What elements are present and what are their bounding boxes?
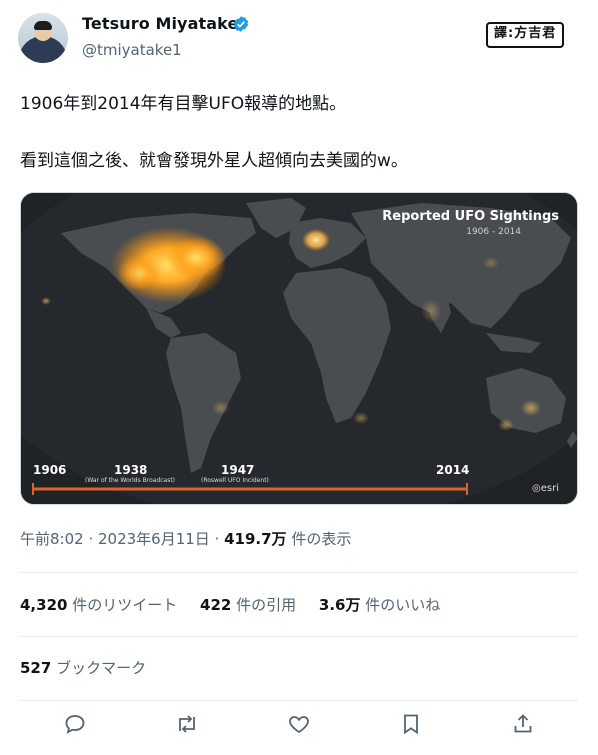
view-count-label: 件の表示 (286, 530, 352, 548)
timeline-1938-caption: (War of the Worlds Broadcast) (85, 477, 176, 484)
tweet-timestamp[interactable]: 午前8:02 · 2023年6月11日 · (20, 530, 224, 548)
map-title: Reported UFO Sightings (382, 209, 559, 224)
user-handle[interactable]: @tmiyatake1 (82, 41, 182, 59)
quote-label: 件の引用 (231, 596, 297, 614)
tweet-line-1: 1906年到2014年有目擊UFO報導的地點。 (20, 94, 347, 114)
timeline-1938-label: 1938 (114, 463, 148, 477)
esri-logo-icon: ◎ (532, 483, 541, 494)
like-icon (289, 716, 309, 734)
quote-count: 422 (200, 596, 232, 614)
bookmark-label: ブックマーク (51, 659, 147, 677)
tweet-media-map[interactable]: Reported UFO Sightings 1906 - 2014 1906 … (20, 192, 578, 505)
timeline-end-label: 2014 (436, 463, 470, 477)
retweet-label: 件のリツイート (67, 596, 178, 614)
esri-watermark: ◎esri (532, 483, 559, 494)
divider (20, 700, 578, 701)
share-button[interactable] (511, 712, 537, 738)
tweet-text: 1906年到2014年有目擊UFO報導的地點。 看到這個之後、就會發現外星人超傾… (20, 89, 580, 176)
reply-button[interactable] (63, 712, 89, 738)
quotes-stat[interactable]: 422 件の引用 (200, 596, 296, 614)
retweet-count: 4,320 (20, 596, 68, 614)
map-year-range: 1906 - 2014 (466, 227, 521, 237)
like-label: 件のいいね (360, 596, 441, 614)
tweet-line-2: 看到這個之後、就會發現外星人超傾向去美國的w。 (20, 151, 408, 171)
timeline-start-label: 1906 (33, 463, 67, 477)
divider (20, 636, 578, 637)
likes-stat[interactable]: 3.6万 件のいいね (319, 596, 440, 614)
view-count: 419.7万 (224, 530, 287, 548)
tweet-meta: 午前8:02 · 2023年6月11日 · 419.7万 件の表示 (20, 528, 351, 549)
bookmark-icon (404, 714, 418, 735)
bookmark-button[interactable] (399, 712, 425, 738)
translator-badge: 譯:方吉君 (486, 22, 565, 48)
avatar[interactable] (18, 13, 68, 63)
divider (20, 572, 578, 573)
timeline-1947-caption: (Roswell UFO Incident) (201, 477, 269, 484)
verified-badge-icon (233, 16, 249, 32)
like-button[interactable] (287, 712, 313, 738)
bookmark-count: 527 (20, 659, 52, 677)
timeline-1947-label: 1947 (221, 463, 255, 477)
like-count: 3.6万 (318, 596, 361, 614)
retweets-stat[interactable]: 4,320 件のリツイート (20, 596, 177, 614)
bookmarks-stat[interactable]: 527 ブックマーク (20, 657, 146, 678)
retweet-button[interactable] (175, 712, 201, 738)
esri-text: esri (540, 483, 559, 494)
engagement-stats: 4,320 件のリツイート 422 件の引用 3.6万 件のいいね (20, 594, 458, 615)
display-name[interactable]: Tetsuro Miyatake (82, 14, 238, 33)
world-map-graphic (21, 193, 577, 504)
retweet-icon (179, 715, 195, 733)
share-icon (514, 714, 532, 733)
reply-icon (65, 715, 85, 734)
